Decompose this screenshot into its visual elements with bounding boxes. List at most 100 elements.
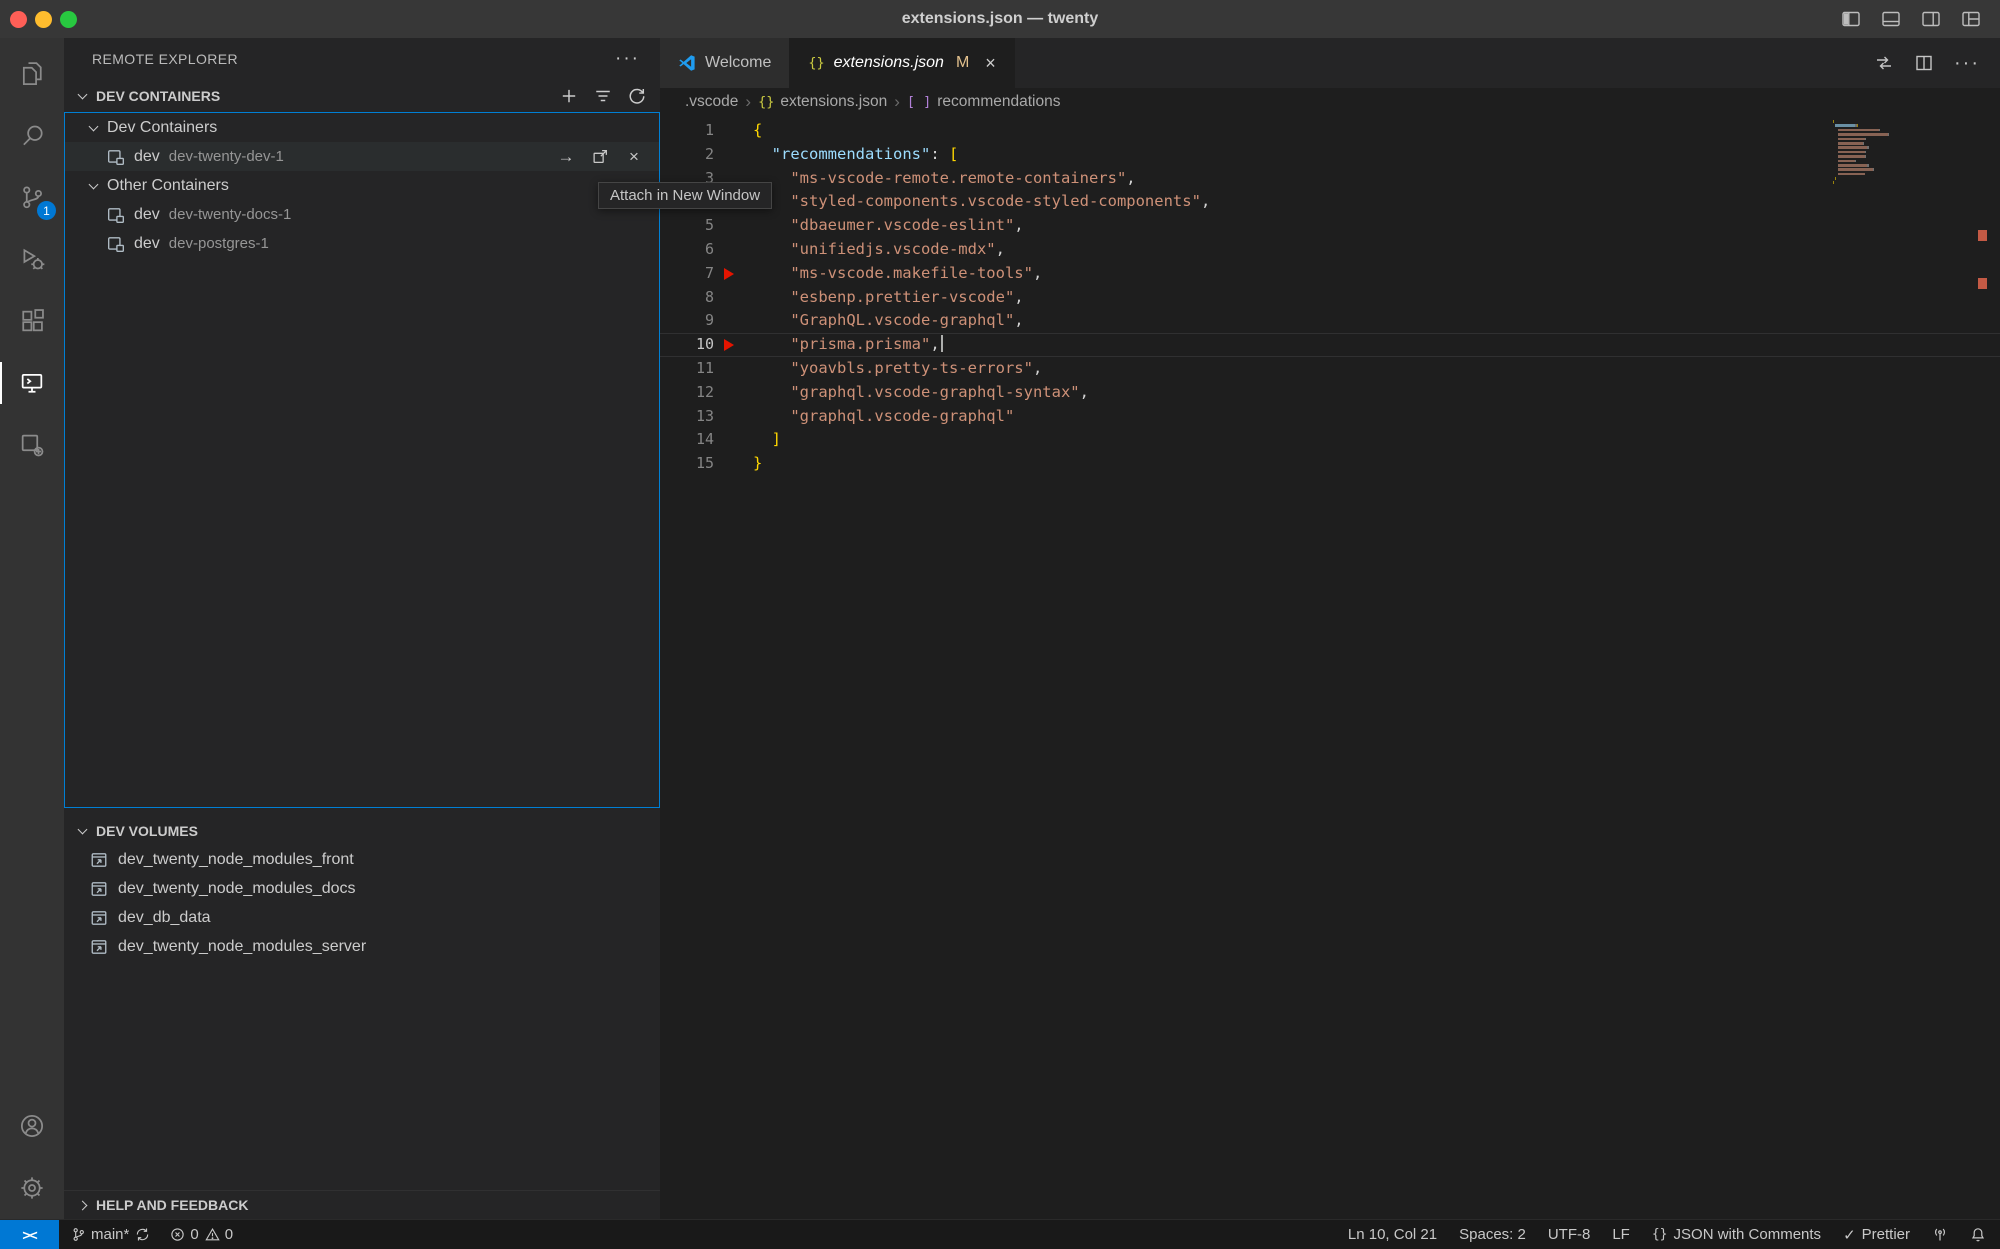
language-mode[interactable]: {} JSON with Comments: [1652, 1226, 1821, 1243]
minimap[interactable]: [1833, 120, 1891, 186]
zoom-window-button[interactable]: [60, 11, 77, 28]
source-control-icon[interactable]: 1: [0, 166, 64, 228]
breadcrumb-folder[interactable]: .vscode: [685, 93, 738, 111]
customize-layout-icon[interactable]: [1960, 8, 1982, 30]
formatter-item[interactable]: ✓ Prettier: [1843, 1226, 1910, 1244]
container-group-row[interactable]: Dev Containers: [65, 113, 659, 142]
tab-label: extensions.json: [834, 54, 944, 72]
close-window-button[interactable]: [10, 11, 27, 28]
sidebar-title: REMOTE EXPLORER: [92, 51, 238, 67]
gutter-marker-icon: [724, 268, 734, 280]
volume-name: dev_twenty_node_modules_front: [118, 851, 354, 869]
code-line: 4 "styled-components.vscode-styled-compo…: [660, 190, 2000, 214]
editor-more-actions-icon[interactable]: ···: [1954, 52, 1980, 75]
container-icon: [107, 235, 125, 253]
tab-bar: Welcome {} extensions.json M × ···: [660, 38, 2000, 88]
eol-sequence[interactable]: LF: [1612, 1226, 1630, 1243]
git-branch-item[interactable]: main*: [71, 1226, 150, 1243]
container-description: dev-postgres-1: [169, 235, 269, 252]
split-editor-icon[interactable]: [1914, 53, 1934, 73]
breadcrumb-symbol[interactable]: [ ] recommendations: [907, 93, 1061, 111]
problems-item[interactable]: 0 0: [170, 1226, 233, 1243]
section-dev-containers[interactable]: DEV CONTAINERS: [64, 80, 660, 112]
volume-item-row[interactable]: dev_db_data: [64, 903, 660, 932]
accounts-icon[interactable]: [0, 1095, 64, 1157]
json-file-icon: {}: [758, 94, 774, 110]
container-item-row[interactable]: devdev-postgres-1: [65, 229, 659, 258]
breadcrumb-file[interactable]: {} extensions.json: [758, 93, 887, 111]
volume-item-row[interactable]: dev_twenty_node_modules_front: [64, 845, 660, 874]
tab-extensions-json[interactable]: {} extensions.json M ×: [790, 38, 1014, 88]
json-file-icon: {}: [808, 55, 824, 71]
line-number: 10: [660, 333, 714, 357]
more-actions-icon[interactable]: ···: [615, 48, 640, 70]
gutter: [714, 428, 753, 452]
container-item-row[interactable]: devdev-twenty-docs-1: [65, 200, 659, 229]
container-icon: [107, 148, 125, 166]
refresh-icon[interactable]: [628, 87, 646, 105]
chevron-down-icon: [89, 121, 99, 131]
indentation[interactable]: Spaces: 2: [1459, 1226, 1526, 1243]
modified-badge: M: [956, 54, 969, 72]
container-description: dev-twenty-dev-1: [169, 148, 284, 165]
settings-gear-icon[interactable]: [0, 1157, 64, 1219]
extensions-icon[interactable]: [0, 290, 64, 352]
volume-icon: [90, 851, 108, 869]
line-number: 5: [660, 214, 714, 238]
code-line: 9 "GraphQL.vscode-graphql",: [660, 309, 2000, 333]
gutter: [714, 286, 753, 310]
volume-name: dev_twenty_node_modules_server: [118, 938, 366, 956]
explorer-icon[interactable]: [0, 42, 64, 104]
tab-label: Welcome: [705, 54, 771, 72]
gutter: [714, 262, 753, 286]
gutter: [714, 119, 753, 143]
close-icon[interactable]: ×: [985, 53, 996, 74]
search-icon[interactable]: [0, 104, 64, 166]
code-line: 7 "ms-vscode.makefile-tools",: [660, 262, 2000, 286]
section-label: DEV CONTAINERS: [96, 88, 220, 104]
minimize-window-button[interactable]: [35, 11, 52, 28]
line-number: 7: [660, 262, 714, 286]
new-container-icon[interactable]: [560, 87, 578, 105]
line-number: 9: [660, 309, 714, 333]
gutter: [714, 405, 753, 429]
ruler-modified-mark: [1978, 278, 1987, 289]
filter-icon[interactable]: [594, 87, 612, 105]
remote-explorer-icon[interactable]: [0, 352, 64, 414]
chevron-down-icon: [78, 824, 88, 834]
attach-new-window-button[interactable]: [589, 146, 611, 168]
volume-item-row[interactable]: dev_twenty_node_modules_server: [64, 932, 660, 961]
code-line: 13 "graphql.vscode-graphql": [660, 405, 2000, 429]
remove-container-button[interactable]: ×: [623, 146, 645, 168]
volume-item-row[interactable]: dev_twenty_node_modules_docs: [64, 874, 660, 903]
container-group-row[interactable]: Other Containers: [65, 171, 659, 200]
attach-container-button[interactable]: →: [555, 146, 577, 168]
remote-indicator-button[interactable]: ><: [0, 1220, 59, 1249]
section-help-and-feedback[interactable]: HELP AND FEEDBACK: [64, 1190, 660, 1219]
branch-icon: [71, 1227, 86, 1242]
toggle-panel-icon[interactable]: [1880, 8, 1902, 30]
dev-containers-tree[interactable]: Dev Containersdevdev-twenty-dev-1→×Other…: [64, 112, 660, 808]
code-line: 8 "esbenp.prettier-vscode",: [660, 286, 2000, 310]
gutter: [714, 214, 753, 238]
tab-welcome[interactable]: Welcome: [660, 38, 790, 88]
notifications-bell-icon[interactable]: [1970, 1227, 1986, 1243]
volume-icon: [90, 938, 108, 956]
open-changes-icon[interactable]: [1874, 53, 1894, 73]
toggle-secondary-sidebar-icon[interactable]: [1920, 8, 1942, 30]
title-bar: extensions.json — twenty: [0, 0, 2000, 38]
toggle-primary-sidebar-icon[interactable]: [1840, 8, 1862, 30]
gutter: [714, 309, 753, 333]
section-dev-volumes[interactable]: DEV VOLUMES: [64, 816, 660, 845]
breadcrumb-separator: ›: [894, 92, 900, 112]
cursor-position[interactable]: Ln 10, Col 21: [1348, 1226, 1437, 1243]
code-editor[interactable]: 1{2 "recommendations": [3 "ms-vscode-rem…: [660, 116, 2000, 1219]
containers-icon[interactable]: [0, 414, 64, 476]
code-line: 1{: [660, 119, 2000, 143]
status-bar: >< main* 0 0: [0, 1219, 2000, 1249]
broadcast-icon[interactable]: [1932, 1227, 1948, 1243]
container-item-row[interactable]: devdev-twenty-dev-1→×: [65, 142, 659, 171]
chevron-right-icon: [78, 1200, 88, 1210]
encoding[interactable]: UTF-8: [1548, 1226, 1591, 1243]
run-debug-icon[interactable]: [0, 228, 64, 290]
